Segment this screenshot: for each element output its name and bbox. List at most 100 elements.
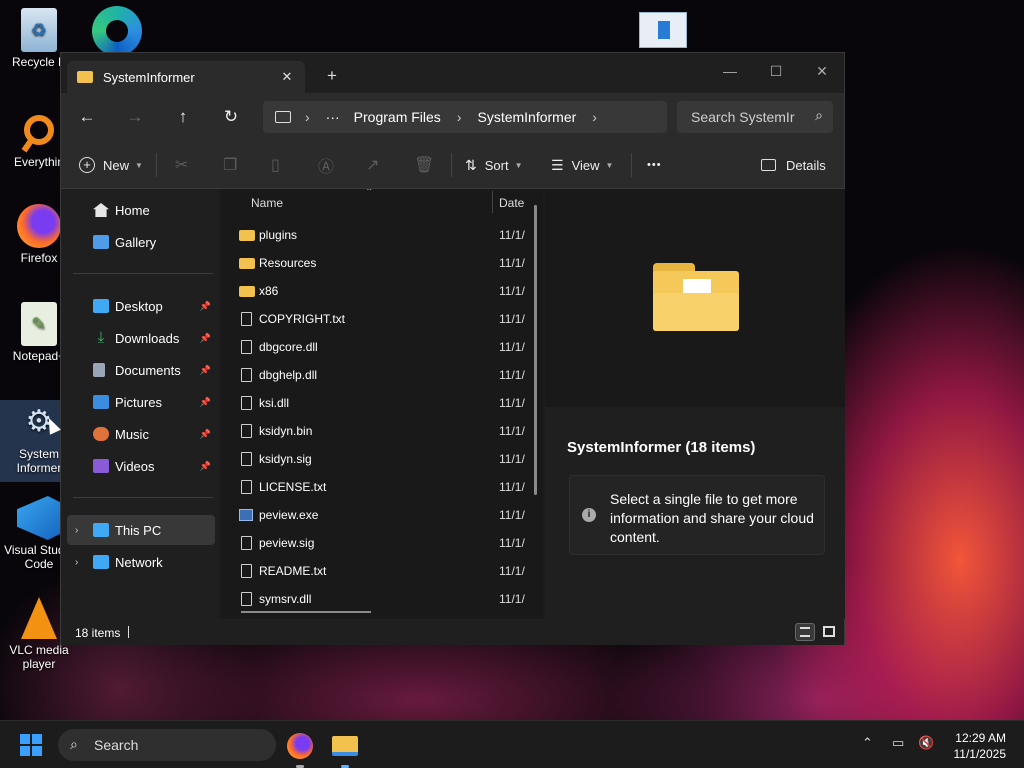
rename-button[interactable]: Ⓐ xyxy=(318,153,334,177)
new-button[interactable]: + New ▼ xyxy=(79,153,143,177)
file-row[interactable]: plugins 11/1/ xyxy=(231,221,531,249)
close-window-button[interactable]: ✕ xyxy=(799,57,845,85)
share-button[interactable]: ↗ xyxy=(366,153,379,177)
refresh-button[interactable]: ↻ xyxy=(217,103,245,131)
sidebar-item-network[interactable]: › Network xyxy=(67,547,215,577)
sidebar-item-downloads[interactable]: ⤓ Downloads 📌 xyxy=(67,323,215,353)
details-pane-button[interactable]: Details xyxy=(761,153,826,177)
pin-icon: 📌 xyxy=(199,332,211,343)
desktop-icon-window-app[interactable] xyxy=(639,12,687,48)
search-box[interactable]: Search SystemIr ⌕ xyxy=(677,101,833,133)
file-name: symsrv.dll xyxy=(259,592,312,606)
file-row[interactable]: symsrv.dll 11/1/ xyxy=(231,585,531,613)
file-row[interactable]: peview.exe 11/1/ xyxy=(231,501,531,529)
details-view-button[interactable] xyxy=(795,623,815,641)
maximize-button[interactable]: ☐ xyxy=(753,57,799,85)
forward-button[interactable]: → xyxy=(121,103,149,131)
sidebar-item-pictures[interactable]: Pictures 📌 xyxy=(67,387,215,417)
file-row[interactable]: dbgcore.dll 11/1/ xyxy=(231,333,531,361)
column-resize-handle[interactable] xyxy=(492,191,493,213)
minimize-button[interactable]: — xyxy=(707,57,753,85)
system-clock[interactable]: 12:29 AM 11/1/2025 xyxy=(954,730,1007,762)
breadcrumb-separator: › xyxy=(456,109,462,125)
file-list-vertical-scrollbar[interactable] xyxy=(534,205,537,495)
gallery-icon xyxy=(93,235,109,249)
more-options-button[interactable]: ••• xyxy=(647,153,662,177)
sidebar-item-home[interactable]: Home xyxy=(67,195,215,225)
documents-icon xyxy=(93,363,105,377)
details-info-box: i Select a single file to get more infor… xyxy=(569,475,825,555)
file-row[interactable]: Resources 11/1/ xyxy=(231,249,531,277)
sidebar-item-documents[interactable]: Documents 📌 xyxy=(67,355,215,385)
breadcrumb-overflow[interactable]: ··· xyxy=(326,109,340,125)
taskbar-search-label: Search xyxy=(94,737,139,753)
sidebar-item-videos[interactable]: Videos 📌 xyxy=(67,451,215,481)
edge-icon xyxy=(106,20,128,42)
file-date: 11/1/ xyxy=(499,536,525,550)
network-tray-icon[interactable]: ▭ xyxy=(892,735,904,751)
column-header-date[interactable]: Date xyxy=(499,196,524,210)
title-bar: SystemInformer ✕ + — ☐ ✕ xyxy=(61,53,844,93)
chevron-right-icon[interactable]: › xyxy=(75,525,78,536)
sidebar-item-this-pc[interactable]: › This PC xyxy=(67,515,215,545)
file-row[interactable]: ksi.dll 11/1/ xyxy=(231,389,531,417)
column-headers: ⌃ Name Date xyxy=(221,189,543,215)
sort-ascending-icon: ⌃ xyxy=(365,189,374,198)
desktop-icon-label: Notepad+ xyxy=(12,349,66,363)
file-row[interactable]: COPYRIGHT.txt 11/1/ xyxy=(231,305,531,333)
volume-muted-icon[interactable]: 🔇 xyxy=(918,735,934,751)
paste-button[interactable]: ▯ xyxy=(271,153,280,177)
pictures-icon xyxy=(93,395,109,409)
breadcrumb-program-files[interactable]: Program Files xyxy=(354,109,441,125)
desktop-icon-label: Everythin xyxy=(13,155,65,169)
large-icons-view-button[interactable] xyxy=(819,623,839,641)
sidebar-item-desktop[interactable]: Desktop 📌 xyxy=(67,291,215,321)
sidebar-item-gallery[interactable]: Gallery xyxy=(67,227,215,257)
file-row[interactable]: x86 11/1/ xyxy=(231,277,531,305)
up-button[interactable]: ↑ xyxy=(169,103,197,131)
file-row[interactable]: peview.sig 11/1/ xyxy=(231,529,531,557)
chevron-right-icon[interactable]: › xyxy=(75,557,78,568)
file-row[interactable]: ksidyn.bin 11/1/ xyxy=(231,417,531,445)
start-button[interactable] xyxy=(20,734,42,756)
sidebar-item-label: Network xyxy=(115,554,163,570)
cut-button[interactable]: ✂ xyxy=(175,153,188,177)
desktop-icon-edge[interactable] xyxy=(92,6,142,56)
navigation-bar: ← → ↑ ↻ › ··· Program Files › SystemInfo… xyxy=(61,93,844,141)
file-row[interactable]: ksidyn.sig 11/1/ xyxy=(231,445,531,473)
file-row[interactable]: dbghelp.dll 11/1/ xyxy=(231,361,531,389)
breadcrumb-separator[interactable]: › xyxy=(592,109,597,125)
new-tab-button[interactable]: + xyxy=(321,65,343,87)
sidebar-item-label: Documents xyxy=(115,362,181,378)
close-tab-button[interactable]: ✕ xyxy=(277,67,297,87)
file-row[interactable]: README.txt 11/1/ xyxy=(231,557,531,585)
view-button[interactable]: ☰ View ▼ xyxy=(551,153,613,177)
clipboard-icon: ▯ xyxy=(271,157,280,174)
vlc-icon xyxy=(17,596,61,640)
breadcrumb-systeminformer[interactable]: SystemInformer xyxy=(477,109,576,125)
status-divider xyxy=(128,626,129,638)
desktop-icon-label: Recycle B xyxy=(11,55,67,69)
taskbar-search[interactable]: ⌕ Search xyxy=(58,729,276,761)
command-bar: + New ▼ ✂ ❐ ▯ Ⓐ ↗ 🗑 ⇅ Sort ▼ ☰ View ▼ ••… xyxy=(61,141,844,189)
sort-button[interactable]: ⇅ Sort ▼ xyxy=(465,153,523,177)
column-header-name[interactable]: Name xyxy=(251,196,283,210)
taskbar-file-explorer[interactable] xyxy=(329,730,361,768)
navigation-pane: Home Gallery Desktop 📌 ⤓ Downloads 📌 Doc… xyxy=(61,189,219,619)
item-count: 18 items xyxy=(75,626,121,640)
tab-systeminformer[interactable]: SystemInformer ✕ xyxy=(67,61,305,93)
taskbar-firefox[interactable] xyxy=(284,730,316,768)
taskbar: ⌕ Search ⌃ ▭ 🔇 12:29 AM 11/1/2025 xyxy=(0,720,1024,768)
show-hidden-icons-button[interactable]: ⌃ xyxy=(862,735,873,751)
delete-button[interactable]: 🗑 xyxy=(414,153,434,177)
copy-button[interactable]: ❐ xyxy=(223,153,237,177)
this-pc-icon xyxy=(93,523,109,537)
sidebar-item-music[interactable]: Music 📌 xyxy=(67,419,215,449)
file-row[interactable]: LICENSE.txt 11/1/ xyxy=(231,473,531,501)
back-button[interactable]: ← xyxy=(73,103,101,131)
file-list-horizontal-scrollbar[interactable] xyxy=(241,611,371,613)
address-bar[interactable]: › ··· Program Files › SystemInformer › xyxy=(263,101,667,133)
file-icon xyxy=(241,480,252,494)
chevron-down-icon: ▼ xyxy=(135,160,143,170)
pin-icon: 📌 xyxy=(199,428,211,439)
